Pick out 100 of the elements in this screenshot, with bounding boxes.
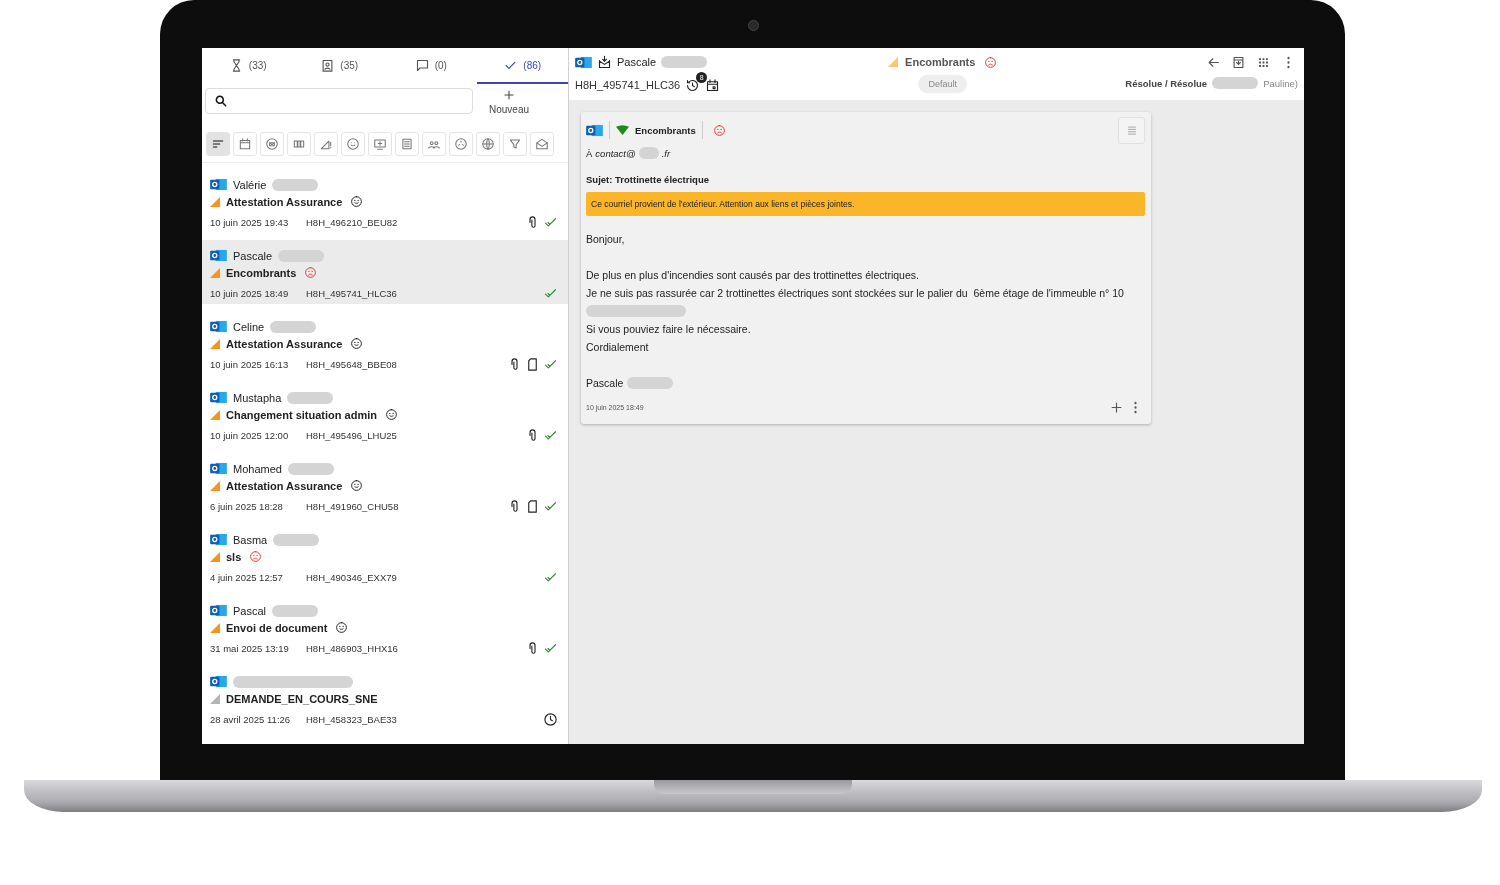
message-line: Pascale (586, 376, 624, 391)
filter-button[interactable] (341, 132, 365, 156)
sender-name: Basma (233, 533, 268, 546)
filter-button[interactable] (476, 132, 500, 156)
subject: Encombrants (226, 266, 297, 279)
filter-button[interactable] (503, 132, 527, 156)
mail-app-icon (575, 55, 592, 69)
status-text: Résolue / Résolue (1125, 77, 1208, 89)
reference: H8H_495496_LHU25 (306, 429, 397, 441)
reference: H8H_495648_BBE08 (306, 358, 397, 370)
history-icon (685, 77, 701, 93)
priority-icon (888, 57, 899, 67)
sender-name: Mustapha (233, 391, 282, 404)
filter-button[interactable] (530, 132, 554, 156)
tab[interactable]: (33) (202, 48, 294, 84)
chat-icon (414, 57, 430, 73)
redaction-blur (273, 533, 320, 546)
subject-line: Sujet: Trottinette électrique (586, 173, 710, 187)
assignee: Pauline) (1263, 77, 1298, 89)
subject: Envoi de document (226, 621, 328, 634)
reference: H8H_495741_HLC36 (575, 79, 681, 91)
archive-icon (1231, 54, 1246, 70)
conversation-item[interactable]: Valérie Attestation Assurance 10 juin 2025 19:43 H8H_496210_BEU82 (202, 169, 568, 233)
mail-app-icon (210, 604, 227, 617)
list-icon (400, 137, 414, 151)
subject: Attestation Assurance (226, 337, 343, 350)
filter-button[interactable] (233, 132, 257, 156)
mail-app-icon (210, 462, 227, 475)
conversation-item[interactable]: Mohamed Attestation Assurance 6 juin 2025 18:28 H8H_491960_CHU58 (202, 453, 568, 517)
filter-button[interactable] (395, 132, 419, 156)
redaction-blur (661, 56, 708, 68)
message-line: Cordialement (586, 340, 649, 355)
conversation-item[interactable]: Pascal Envoi de document 31 mai 2025 13:19 H8H_486903_HHX16 (202, 595, 568, 659)
tab[interactable]: (0) (385, 48, 477, 84)
search-field[interactable] (205, 88, 473, 114)
filter-button[interactable] (206, 132, 230, 156)
search-icon (214, 94, 228, 108)
subject: sls (226, 550, 242, 563)
calendar-icon (705, 77, 721, 93)
reference: H8H_491960_CHU58 (306, 500, 399, 512)
sender-name: Celine (233, 320, 265, 333)
sender-name: Valérie (233, 178, 267, 191)
filter-button[interactable] (287, 132, 311, 156)
envelope-icon (535, 137, 549, 151)
recipient-address: contact@ (595, 147, 636, 159)
conversation-item[interactable]: Pascale Encombrants 10 juin 2025 18:49 H8H_495741_HLC36 (202, 240, 568, 304)
conversation-item[interactable]: Mustapha Changement situation admin 10 juin 2025 12:00 H8H_495496_LHU25 (202, 382, 568, 446)
mail-app-icon (586, 123, 603, 137)
sender-name: Mohamed (233, 462, 282, 475)
monitor-plus-icon (373, 137, 387, 151)
camera-dot (748, 20, 759, 31)
message-line: Bonjour, (586, 232, 625, 247)
filter-button[interactable] (260, 132, 284, 156)
reference: H8H_496210_BEU82 (306, 216, 398, 228)
filter-button[interactable] (449, 132, 473, 156)
filter-button[interactable] (422, 132, 446, 156)
inbox-download-icon (597, 54, 612, 70)
to-label: À (586, 147, 593, 159)
redaction-blur (270, 320, 317, 333)
reference: H8H_495741_HLC36 (306, 287, 397, 299)
new-button[interactable]: Nouveau (481, 88, 538, 115)
message-line: De plus en plus d'incendies sont causés par des trottinettes électriques. (586, 268, 919, 283)
subject: Attestation Assurance (226, 195, 343, 208)
mail-app-icon (210, 249, 227, 262)
priority-icon (616, 125, 629, 135)
redaction-blur (1212, 77, 1259, 89)
filter-button[interactable] (314, 132, 338, 156)
mail-app-icon (210, 391, 227, 404)
conversation-item[interactable]: Basma sls 4 juin 2025 12:57 H8H_490346_EXX79 (202, 524, 568, 588)
warning-banner: Ce courriel provient de l'extérieur. Attention aux liens et pièces jointes. (586, 192, 1145, 216)
funnel-icon (508, 137, 522, 151)
conversation-item[interactable]: DEMANDE_EN_COURS_SNE 28 avril 2025 11:26 H8H_458323_BAE33 (202, 666, 568, 730)
subject: DEMANDE_EN_COURS_SNE (226, 692, 378, 705)
columns-icon (292, 137, 306, 151)
redaction-blur (272, 604, 319, 617)
plus-icon (502, 88, 516, 102)
plus-icon (1109, 399, 1124, 415)
filter-button[interactable] (368, 132, 392, 156)
redaction-blur (627, 377, 674, 389)
date: 10 juin 2025 12:00 (210, 429, 290, 441)
subject: Attestation Assurance (226, 479, 343, 492)
redaction-blur (287, 462, 334, 475)
recipient-domain: .fr (661, 147, 671, 159)
date: 10 juin 2025 19:43 (210, 216, 290, 228)
reference: H8H_486903_HHX16 (306, 642, 398, 654)
conversation-item[interactable]: Celine Attestation Assurance 10 juin 2025 16:13 H8H_495648_BBE08 (202, 311, 568, 375)
mail-app-icon (210, 178, 227, 191)
date: 28 avril 2025 11:26 (210, 713, 292, 725)
subject: Changement situation admin (226, 408, 377, 421)
contact-card-icon (320, 57, 336, 73)
mail-app-icon (210, 320, 227, 333)
sender-name: Pascale (233, 249, 273, 262)
redaction-blur (287, 391, 334, 404)
date: 4 juin 2025 12:57 (210, 571, 284, 583)
mail-app-icon (210, 533, 227, 546)
date: 10 juin 2025 16:13 (210, 358, 290, 370)
sender-name: Pascale (617, 56, 657, 68)
tab[interactable]: (35) (293, 48, 385, 84)
smile-icon (346, 137, 360, 151)
date: 6 juin 2025 18:28 (210, 500, 284, 512)
